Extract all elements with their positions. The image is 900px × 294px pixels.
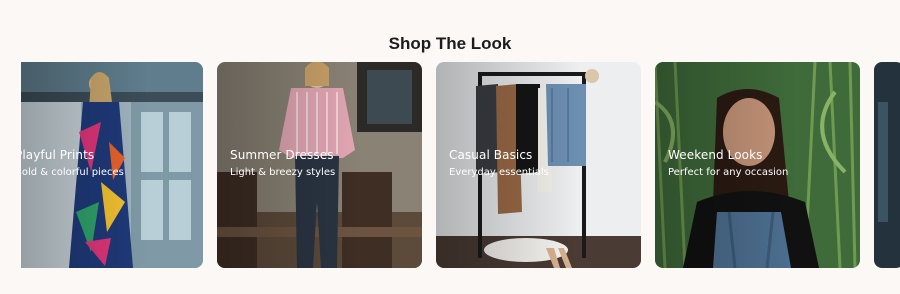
look-carousel[interactable]: Playful Prints Bold & colorful pieces Su…: [0, 62, 900, 268]
card-title: Casual Basics: [449, 148, 533, 162]
section-title: Shop The Look: [388, 34, 512, 53]
look-card-weekend-looks[interactable]: Weekend Looks Perfect for any occasion: [655, 62, 860, 268]
card-title: Weekend Looks: [668, 148, 763, 162]
card-title: Playful Prints: [21, 148, 95, 162]
card-subtitle: Light & breezy styles: [230, 167, 336, 178]
card-subtitle: Everyday essentials: [449, 167, 549, 178]
card-subtitle: Perfect for any occasion: [668, 167, 789, 178]
look-card-casual-basics[interactable]: Casual Basics Everyday essentials: [436, 62, 641, 268]
look-card-next[interactable]: [874, 62, 900, 268]
card-subtitle: Bold & colorful pieces: [21, 167, 124, 178]
look-card-summer-dresses[interactable]: Summer Dresses Light & breezy styles: [217, 62, 422, 268]
look-card-playful-prints[interactable]: Playful Prints Bold & colorful pieces: [21, 62, 203, 268]
next-look-image: [874, 62, 900, 268]
card-title: Summer Dresses: [230, 148, 334, 162]
